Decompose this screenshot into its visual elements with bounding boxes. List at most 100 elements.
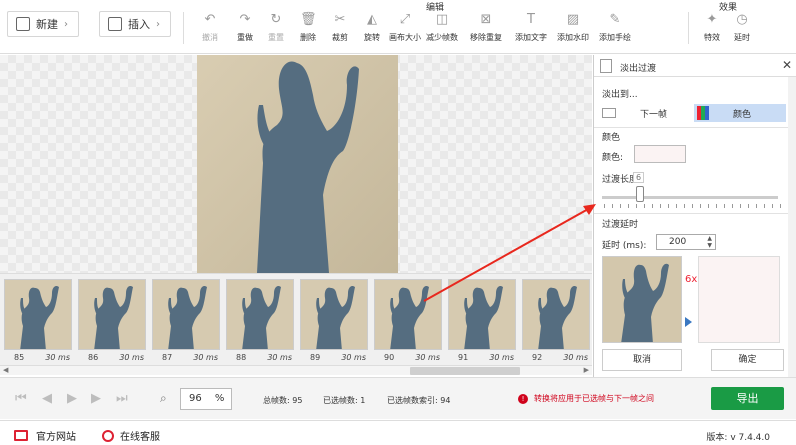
option-next-frame-label: 下一帧	[640, 109, 668, 120]
tool-remove-duplicates[interactable]: ⊠ 移除重复	[469, 12, 503, 48]
insert-button[interactable]: 插入 ›	[99, 11, 171, 37]
frame-item[interactable]: 88 30 ms	[224, 277, 296, 362]
transition-icon	[600, 59, 612, 73]
frame-item[interactable]: 89 30 ms	[298, 277, 370, 362]
panel-scrollbar[interactable]	[788, 77, 796, 377]
slider-tick	[620, 204, 621, 208]
zoom-value: 96	[189, 393, 202, 404]
divider	[594, 127, 796, 128]
add-drawing-icon: ✎	[609, 12, 621, 27]
slider-tick	[668, 204, 669, 208]
bottom-bar: ⏮ ◀ ▶ ▶ ⏭ ⌕ 96 % 总帧数: 95 已选帧数: 1 已选帧数索引:…	[0, 377, 796, 419]
frame-preview-image	[197, 55, 398, 273]
zoom-input[interactable]: 96 %	[180, 388, 232, 410]
transition-length-slider[interactable]	[602, 196, 778, 199]
frame-number: 87	[162, 353, 173, 362]
slider-handle[interactable]	[636, 186, 644, 202]
frame-item[interactable]: 85 30 ms	[2, 277, 74, 362]
spinner-arrows-icon[interactable]: ▲ ▼	[707, 235, 712, 249]
reset-icon: ↻	[270, 12, 282, 27]
frame-thumbnail	[78, 279, 146, 350]
slider-tick	[772, 204, 773, 208]
horizontal-scrollbar[interactable]: ◀ ▶	[0, 365, 592, 375]
frame-item[interactable]: 92 30 ms	[520, 277, 592, 362]
redo-icon: ↷	[239, 12, 251, 27]
slider-tick	[676, 204, 677, 208]
canvas-size-icon: ⤢	[399, 12, 411, 27]
close-icon[interactable]: ✕	[782, 58, 792, 72]
version-label: 版本: v 7.4.4.0	[706, 433, 770, 443]
frame-duration: 30 ms	[489, 353, 514, 362]
color-swatch[interactable]	[634, 145, 686, 163]
tool-add-watermark[interactable]: ▨ 添加水印	[556, 12, 590, 48]
slider-tick	[756, 204, 757, 208]
cancel-button[interactable]: 取消	[602, 349, 682, 371]
next-frame-icon[interactable]: ▶	[91, 391, 101, 406]
preview-to-color	[698, 256, 780, 343]
warning-text: 转换将应用于已选帧与下一帧之间	[534, 394, 654, 403]
tool-delay[interactable]: ◷ 延时	[725, 12, 759, 48]
slider-tick	[612, 204, 613, 208]
tool-reduce-frames[interactable]: ◫ 减少帧数	[425, 12, 459, 48]
support-link[interactable]: 在线客服	[102, 428, 160, 443]
new-icon	[16, 17, 30, 31]
frame-item[interactable]: 86 30 ms	[76, 277, 148, 362]
fade-transition-panel: 淡出过渡 ✕ 淡出到... 下一帧 颜色 颜色 颜色: 过渡长度 6 过渡延时 …	[593, 55, 796, 377]
toolbar-divider	[183, 12, 184, 44]
option-color-label: 颜色	[733, 109, 752, 120]
image-icon	[602, 108, 616, 118]
play-icon[interactable]: ▶	[67, 391, 77, 406]
frame-thumbnail	[300, 279, 368, 350]
scroll-left-icon[interactable]: ◀	[3, 366, 8, 374]
preview-from-frame	[602, 256, 682, 343]
status-bar: 官方网站 在线客服 版本: v 7.4.4.0	[0, 420, 796, 445]
color-label: 颜色:	[602, 153, 624, 163]
tool-label: 移除重复	[470, 33, 502, 42]
color-section-title: 颜色	[602, 133, 621, 143]
fade-to-label: 淡出到...	[602, 90, 638, 100]
rotate-icon: ◭	[367, 12, 377, 27]
insert-icon	[108, 17, 122, 31]
tool-add-drawing[interactable]: ✎ 添加手绘	[598, 12, 632, 48]
scroll-right-icon[interactable]: ▶	[584, 366, 589, 374]
website-link[interactable]: 官方网站	[14, 428, 76, 443]
ok-button[interactable]: 确定	[711, 349, 784, 371]
selected-frame-index: 已选帧数索引: 94	[387, 396, 451, 405]
delay-label: 延时 (ms):	[602, 241, 647, 251]
tool-add-text[interactable]: T 添加文字	[514, 12, 548, 48]
frame-item[interactable]: 90 30 ms	[372, 277, 444, 362]
slider-tick	[716, 204, 717, 208]
frame-item[interactable]: 91 30 ms	[446, 277, 518, 362]
previous-frame-icon[interactable]: ◀	[42, 391, 52, 406]
slider-tick	[748, 204, 749, 208]
app-window: 新建 › 插入 › 编辑 ↶ 撤消 ↷ 重做 ↻ 重置 🗑 删除 ✂ 裁剪 ◭ 旋转 ⤢ 画布大小 ◫ 减少帧…	[0, 0, 796, 445]
frame-item[interactable]: 87 30 ms	[150, 277, 222, 362]
warning-message: ! 转换将应用于已选帧与下一帧之间	[518, 393, 654, 404]
option-next-frame[interactable]: 下一帧	[602, 104, 688, 122]
scrollbar-thumb[interactable]	[410, 367, 520, 375]
support-label: 在线客服	[120, 432, 160, 443]
warning-icon: !	[518, 393, 528, 404]
slider-tick	[740, 204, 741, 208]
insert-button-label: 插入	[128, 18, 150, 31]
crop-icon: ✂	[334, 12, 346, 27]
last-frame-icon[interactable]: ⏭	[116, 391, 128, 406]
undo-icon: ↶	[204, 12, 216, 27]
export-button[interactable]: 导出	[711, 387, 784, 410]
first-frame-icon[interactable]: ⏮	[15, 391, 27, 406]
frame-thumbnail	[374, 279, 442, 350]
new-button[interactable]: 新建 ›	[7, 11, 79, 37]
slider-tick	[628, 204, 629, 208]
chevron-right-icon: ›	[156, 18, 160, 30]
frame-duration: 30 ms	[415, 353, 440, 362]
frame-number: 89	[310, 353, 321, 362]
slider-tick	[764, 204, 765, 208]
panel-title: 淡出过渡	[620, 64, 657, 74]
divider	[594, 213, 796, 214]
delay-input[interactable]: 200 ▲ ▼	[656, 234, 716, 250]
total-frames: 总帧数: 95	[263, 396, 303, 405]
option-color[interactable]: 颜色	[694, 104, 786, 122]
zoom-icon: ⌕	[160, 391, 167, 405]
frame-strip[interactable]: 85 30 ms 86 30 ms 87 30 ms 88 30 ms 89 30 ms 90 30 …	[0, 273, 592, 365]
slider-tick	[636, 204, 637, 208]
